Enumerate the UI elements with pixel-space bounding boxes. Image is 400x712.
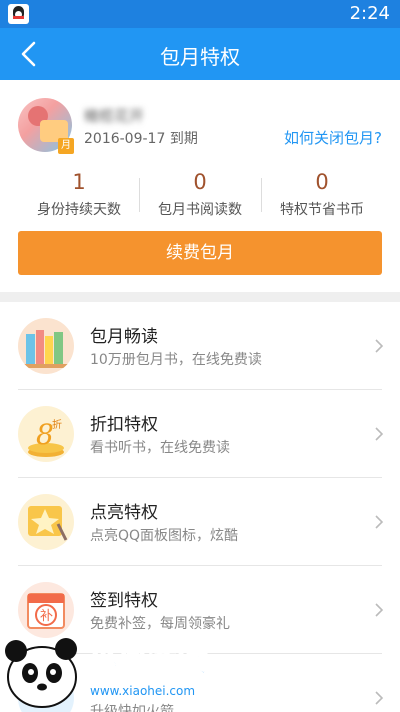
discount-char: 折 bbox=[52, 418, 62, 431]
nav-bar: 包月特权 bbox=[0, 28, 400, 80]
stat-coins-saved: 0 特权节省书币 bbox=[261, 170, 383, 219]
stat-value: 0 bbox=[193, 170, 207, 194]
discount-8-icon: 8 折 bbox=[18, 406, 74, 462]
section-divider bbox=[0, 292, 400, 302]
status-time: 2:24 bbox=[349, 3, 390, 24]
chevron-right-icon bbox=[375, 603, 384, 617]
books-icon bbox=[18, 318, 74, 374]
stat-label: 包月书阅读数 bbox=[158, 202, 242, 218]
stat-days: 1 身份持续天数 bbox=[18, 170, 140, 219]
qq-penguin-icon bbox=[8, 4, 29, 24]
list-item-title: 折扣特权 bbox=[90, 415, 158, 435]
stat-label: 身份持续天数 bbox=[37, 202, 121, 218]
expire-date: 2016-09-17 bbox=[84, 131, 166, 147]
chevron-right-icon bbox=[375, 691, 384, 705]
list-item-subtitle: 点亮QQ面板图标，炫酷 bbox=[90, 528, 239, 544]
list-item-monthly-reading[interactable]: 包月畅读 10万册包月书，在线免费读 bbox=[0, 302, 400, 390]
renew-subscription-button[interactable]: 续费包月 bbox=[18, 231, 382, 275]
list-item-title: 点亮特权 bbox=[90, 503, 158, 523]
watermark-brand: 小黑游戏 bbox=[88, 644, 208, 679]
page-title: 包月特权 bbox=[160, 45, 240, 69]
watermark-logo: 小黑游戏 www.xiaohei.com bbox=[5, 638, 209, 708]
chevron-right-icon bbox=[375, 427, 384, 441]
close-subscription-link[interactable]: 如何关闭包月? bbox=[284, 127, 382, 148]
stat-value: 0 bbox=[315, 170, 329, 194]
list-item-discount[interactable]: 8 折 折扣特权 看书听书，在线免费读 bbox=[0, 390, 400, 478]
chevron-right-icon bbox=[375, 339, 384, 353]
status-bar: 2:24 bbox=[0, 0, 400, 28]
list-item-light-up[interactable]: 点亮特权 点亮QQ面板图标，炫酷 bbox=[0, 478, 400, 566]
list-item-subtitle: 看书听书，在线免费读 bbox=[90, 440, 230, 456]
stat-label: 特权节省书币 bbox=[280, 202, 364, 218]
list-item-title: 签到特权 bbox=[90, 591, 158, 611]
stats-row: 1 身份持续天数 0 包月书阅读数 0 特权节省书币 bbox=[0, 170, 400, 220]
list-item-subtitle: 10万册包月书，在线免费读 bbox=[90, 352, 262, 368]
watermark-url: www.xiaohei.com bbox=[90, 684, 195, 698]
expire-info: 2016-09-17 到期 bbox=[84, 128, 198, 148]
stat-value: 1 bbox=[72, 170, 86, 194]
profile-card: 月 橄榄花开 2016-09-17 到期 如何关闭包月? 1 身份持续天数 0 … bbox=[0, 80, 400, 292]
list-item-title: 包月畅读 bbox=[90, 327, 158, 347]
star-panel-icon bbox=[18, 494, 74, 550]
expire-suffix: 到期 bbox=[169, 131, 198, 147]
stat-books-read: 0 包月书阅读数 bbox=[139, 170, 261, 219]
vip-month-badge: 月 bbox=[58, 138, 74, 154]
username: 橄榄花开 bbox=[84, 107, 145, 125]
chevron-right-icon bbox=[375, 515, 384, 529]
vip-badge-text: 月 bbox=[61, 140, 71, 151]
